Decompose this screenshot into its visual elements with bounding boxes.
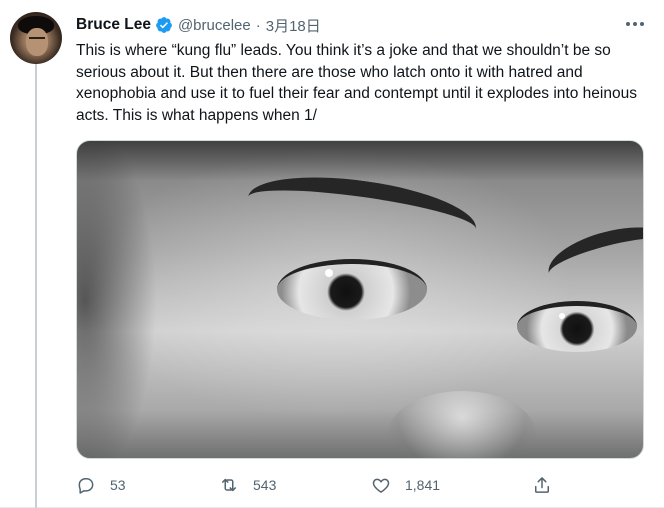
more-icon bbox=[626, 22, 644, 26]
avatar-eyes bbox=[29, 37, 45, 42]
tweet-image[interactable] bbox=[76, 140, 644, 459]
author-handle[interactable]: @brucelee bbox=[178, 17, 251, 34]
retweet-icon bbox=[222, 478, 236, 492]
retweet-button[interactable]: 543 bbox=[219, 472, 276, 498]
image-shadow bbox=[77, 141, 157, 458]
tweet-date[interactable]: 3月18日 bbox=[266, 15, 321, 36]
header-separator: · bbox=[255, 16, 261, 34]
reply-count: 53 bbox=[110, 477, 126, 493]
thread-line bbox=[35, 64, 37, 508]
tweet[interactable]: Bruce Lee @brucelee · 3月18日 This is wher… bbox=[0, 0, 664, 508]
avatar[interactable] bbox=[10, 12, 62, 64]
retweet-count: 543 bbox=[253, 477, 277, 493]
reply-button[interactable]: 53 bbox=[76, 472, 126, 498]
image-left-eye bbox=[277, 259, 427, 320]
image-hair bbox=[77, 141, 643, 181]
author-name[interactable]: Bruce Lee bbox=[76, 16, 151, 34]
tweet-text: This is where “kung flu” leads. You thin… bbox=[76, 42, 637, 124]
image-eye-glint bbox=[325, 269, 333, 277]
image-eye-glint bbox=[559, 313, 565, 319]
tweet-header: Bruce Lee @brucelee · 3月18日 bbox=[76, 14, 321, 36]
share-button[interactable] bbox=[532, 472, 566, 498]
like-icon bbox=[372, 478, 390, 493]
reply-icon bbox=[78, 478, 94, 494]
avatar-face bbox=[26, 28, 48, 56]
verified-badge-icon bbox=[156, 17, 172, 33]
share-icon bbox=[535, 477, 549, 493]
tweet-actions: 53 543 1,841 bbox=[76, 472, 566, 498]
like-button[interactable]: 1,841 bbox=[371, 472, 440, 498]
image-right-eye bbox=[517, 301, 637, 352]
more-button[interactable] bbox=[623, 14, 647, 34]
like-count: 1,841 bbox=[405, 477, 441, 493]
